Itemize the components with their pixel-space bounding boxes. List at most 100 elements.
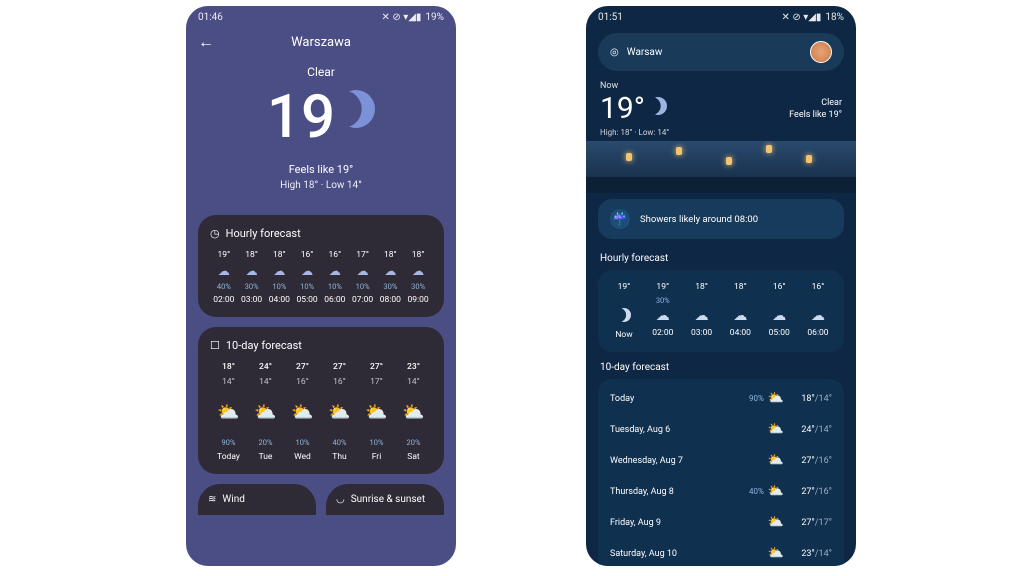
weather-icon: ⛅ bbox=[768, 391, 784, 406]
weather-icon: ⛅ bbox=[768, 546, 784, 561]
weather-icon: ☁ bbox=[733, 308, 747, 324]
daily-name: Tuesday, Aug 6 bbox=[610, 425, 724, 435]
weather-icon: ⛅ bbox=[291, 402, 313, 423]
hourly-item[interactable]: 18° ☁ 30% 08:00 bbox=[377, 250, 405, 305]
daily-row[interactable]: Thursday, Aug 8 40% ⛅ 27°/16° bbox=[598, 476, 844, 507]
daily-item[interactable]: 23° 14° ⛅ 20% Sat bbox=[395, 362, 432, 462]
status-icons: ✕ ⊘ ▾◢▮ bbox=[781, 12, 821, 23]
location-pill[interactable]: ◎ Warsaw bbox=[598, 33, 844, 71]
hourly-time: 03:00 bbox=[691, 328, 712, 338]
hourly-temp: 18° bbox=[273, 250, 286, 260]
hourly-time: 04:00 bbox=[730, 328, 751, 338]
hourly-temp: 16° bbox=[329, 250, 342, 260]
hourly-temp: 18° bbox=[245, 250, 258, 260]
weather-icon: ⛅ bbox=[254, 402, 276, 423]
clock-icon: ◷ bbox=[210, 227, 220, 240]
cloud-icon: ☁ bbox=[301, 264, 313, 278]
daily-item[interactable]: 24° 14° ⛅ 20% Tue bbox=[247, 362, 284, 462]
hourly-precip: 30% bbox=[656, 296, 670, 304]
daily-title: 10-day forecast bbox=[586, 354, 856, 377]
daily-row[interactable]: Wednesday, Aug 7 ⛅ 27°/16° bbox=[598, 445, 844, 476]
hourly-item[interactable]: 19° Now bbox=[606, 282, 642, 340]
status-battery-pct: 18% bbox=[825, 12, 844, 23]
weather-alert[interactable]: ☔ Showers likely around 08:00 bbox=[598, 199, 844, 239]
daily-item[interactable]: 27° 16° ⛅ 40% Thu bbox=[321, 362, 358, 462]
daily-item[interactable]: 27° 16° ⛅ 10% Wed bbox=[284, 362, 321, 462]
hourly-time: 02:00 bbox=[652, 328, 673, 338]
hourly-temp: 16° bbox=[301, 250, 314, 260]
daily-forecast-card[interactable]: ☐ 10-day forecast 18° 14° ⛅ 90% Today 24… bbox=[198, 327, 444, 474]
cloud-icon: ☁ bbox=[412, 264, 424, 278]
daily-forecast-card[interactable]: Today 90% ⛅ 18°/14° Tuesday, Aug 6 ⛅ 24°… bbox=[598, 379, 844, 566]
hourly-item[interactable]: 19° ☁ 40% 02:00 bbox=[210, 250, 238, 305]
hourly-item[interactable]: 18° ☁ 30% 03:00 bbox=[238, 250, 266, 305]
daily-high: 23° bbox=[407, 362, 420, 372]
daily-row[interactable]: 18° 14° ⛅ 90% Today 24° 14° ⛅ 20% Tue 27… bbox=[210, 362, 432, 462]
sunrise-sunset-card[interactable]: ◡ Sunrise & sunset bbox=[326, 484, 444, 515]
hourly-forecast-card[interactable]: 19° Now 19° 30% ☁ 02:00 18° ☁ 03:00 18° … bbox=[598, 270, 844, 352]
hourly-time: 05:00 bbox=[769, 328, 790, 338]
status-bar: 01:46 ✕ ⊘ ▾◢▮ 19% bbox=[186, 6, 456, 29]
daily-name: Saturday, Aug 10 bbox=[610, 549, 724, 559]
back-button[interactable]: ← bbox=[198, 32, 214, 52]
wind-icon: ≋ bbox=[208, 494, 216, 505]
weather-icon: ☁ bbox=[656, 308, 670, 324]
hourly-item[interactable]: 18° ☁ 04:00 bbox=[722, 282, 758, 340]
daily-item[interactable]: 18° 14° ⛅ 90% Today bbox=[210, 362, 247, 462]
hourly-temp: 18° bbox=[384, 250, 397, 260]
daily-precip: 40% bbox=[749, 487, 764, 496]
hourly-row[interactable]: 19° ☁ 40% 02:00 18° ☁ 30% 03:00 18° ☁ 10… bbox=[210, 250, 432, 305]
status-battery-pct: 19% bbox=[425, 12, 444, 23]
phone-google-weather: 01:51 ✕ ⊘ ▾◢▮ 18% ◎ Warsaw Now 19° High:… bbox=[586, 6, 856, 566]
hourly-precip: 30% bbox=[245, 282, 259, 291]
hourly-precip: 30% bbox=[411, 282, 425, 291]
hourly-time: Now bbox=[615, 330, 632, 340]
hourly-time: 05:00 bbox=[297, 295, 318, 305]
daily-low: 16° bbox=[333, 377, 346, 387]
location-pin-icon: ◎ bbox=[610, 47, 619, 58]
hourly-time: 08:00 bbox=[380, 295, 401, 305]
daily-item[interactable]: 27° 17° ⛅ 10% Fri bbox=[358, 362, 395, 462]
hourly-item[interactable]: 18° ☁ 03:00 bbox=[684, 282, 720, 340]
hourly-item[interactable]: 16° ☁ 05:00 bbox=[761, 282, 797, 340]
daily-low: 14° bbox=[407, 377, 420, 387]
daily-row[interactable]: Tuesday, Aug 6 ⛅ 24°/14° bbox=[598, 414, 844, 445]
daily-high: 27° bbox=[370, 362, 383, 372]
daily-low: 14° bbox=[259, 377, 272, 387]
wind-card[interactable]: ≋ Wind bbox=[198, 484, 316, 515]
hourly-title: Hourly forecast bbox=[226, 227, 301, 240]
weather-icon: ⛅ bbox=[328, 402, 350, 423]
hourly-item[interactable]: 16° ☁ 10% 06:00 bbox=[321, 250, 349, 305]
cloud-icon: ☁ bbox=[384, 264, 396, 278]
daily-name: Thursday, Aug 8 bbox=[610, 487, 724, 497]
hourly-item[interactable]: 18° ☁ 30% 09:00 bbox=[404, 250, 432, 305]
hourly-item[interactable]: 18° ☁ 10% 04:00 bbox=[266, 250, 294, 305]
hourly-forecast-card[interactable]: ◷ Hourly forecast 19° ☁ 40% 02:00 18° ☁ … bbox=[198, 215, 444, 317]
daily-temps: 18°/14° bbox=[784, 394, 832, 404]
profile-avatar[interactable] bbox=[810, 41, 832, 63]
daily-row[interactable]: Friday, Aug 9 ⛅ 27°/17° bbox=[598, 507, 844, 538]
daily-row[interactable]: Saturday, Aug 10 ⛅ 23°/14° bbox=[598, 538, 844, 566]
hourly-precip: 10% bbox=[356, 282, 370, 291]
phone-pixel-weather: 01:46 ✕ ⊘ ▾◢▮ 19% ← Warszawa Clear 19 Fe… bbox=[186, 6, 456, 566]
hourly-time: 09:00 bbox=[408, 295, 429, 305]
daily-precip: 10% bbox=[296, 438, 310, 447]
hourly-temp: 16° bbox=[812, 282, 825, 292]
alert-text: Showers likely around 08:00 bbox=[640, 214, 758, 225]
current-weather: Clear 19 Feels like 19° High 18° · Low 1… bbox=[186, 55, 456, 205]
hourly-item[interactable]: 17° ☁ 10% 07:00 bbox=[349, 250, 377, 305]
hourly-item[interactable]: 16° ☁ 10% 05:00 bbox=[293, 250, 321, 305]
hourly-item[interactable]: 19° 30% ☁ 02:00 bbox=[645, 282, 681, 340]
hourly-temp: 19° bbox=[218, 250, 231, 260]
daily-row[interactable]: Today 90% ⛅ 18°/14° bbox=[598, 383, 844, 414]
weather-icon: ⛅ bbox=[768, 422, 784, 437]
daily-temps: 24°/14° bbox=[784, 425, 832, 435]
daily-temps: 23°/14° bbox=[784, 549, 832, 559]
daily-name: Tue bbox=[259, 452, 273, 462]
daily-name: Today bbox=[610, 394, 724, 404]
hourly-temp: 18° bbox=[734, 282, 747, 292]
hourly-precip: 10% bbox=[300, 282, 314, 291]
hourly-item[interactable]: 16° ☁ 06:00 bbox=[800, 282, 836, 340]
status-bar: 01:51 ✕ ⊘ ▾◢▮ 18% bbox=[586, 6, 856, 29]
weather-icon: ☁ bbox=[772, 308, 786, 324]
